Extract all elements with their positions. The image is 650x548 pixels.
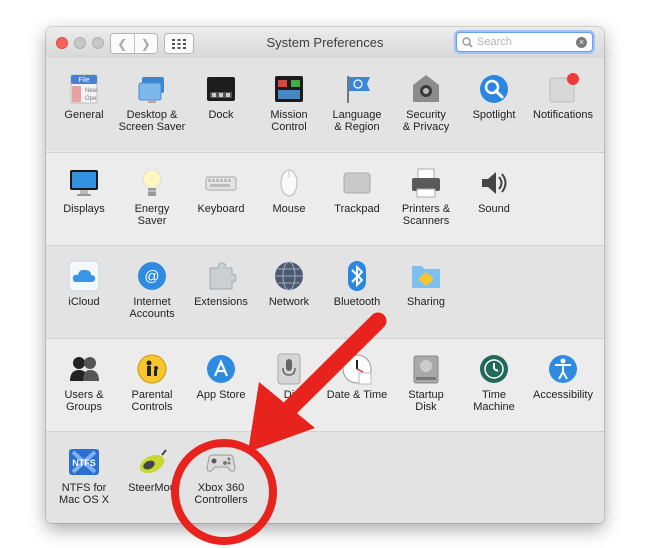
svg-text:NTFS: NTFS — [72, 458, 96, 468]
internet-accounts-icon: @ — [136, 260, 168, 292]
desktop-icon — [136, 73, 168, 105]
title-bar: ❮ ❯ System Preferences Search × — [46, 27, 604, 59]
general-icon: File New Ope — [68, 73, 100, 105]
icloud-icon — [68, 260, 100, 292]
mission-control-icon — [273, 73, 305, 105]
time-machine-icon — [478, 353, 510, 385]
pref-pane-label: Accessibility — [533, 389, 593, 401]
startup-disk-icon — [410, 353, 442, 385]
pref-pane-label: Xbox 360 Controllers — [194, 482, 248, 506]
search-field[interactable]: Search × — [456, 32, 593, 52]
steermouse-icon — [136, 446, 168, 478]
users-icon — [68, 353, 100, 385]
energy-icon — [136, 167, 168, 199]
keyboard-icon — [205, 167, 237, 199]
preference-row: Displays Energy Saver Keyboard Mouse Trackpa… — [46, 152, 604, 245]
network-icon — [273, 260, 305, 292]
pref-pane-label: SteerMou — [128, 482, 176, 494]
displays-icon — [68, 167, 100, 199]
bluetooth-icon — [341, 260, 373, 292]
pref-pane-label: Date & Time — [326, 389, 388, 401]
preference-row: NTFS NTFS for Mac OS X SteerMou Xbox 360 Co… — [46, 431, 604, 523]
dock-icon — [205, 73, 237, 105]
system-preferences-window: ❮ ❯ System Preferences Search × File New O… — [46, 27, 604, 523]
app-store-icon — [205, 353, 237, 385]
svg-text:New: New — [85, 88, 98, 94]
row-divider — [46, 152, 604, 153]
security-icon — [410, 73, 442, 105]
gamepad-icon — [205, 446, 237, 478]
clear-search-icon[interactable]: × — [576, 37, 587, 48]
search-placeholder: Search — [477, 36, 512, 48]
clock-icon — [341, 353, 373, 385]
mouse-icon — [273, 167, 305, 199]
pref-pane-label: Sound — [478, 203, 510, 215]
row-divider — [46, 338, 604, 339]
pref-pane-label: Parental Controls — [131, 389, 173, 413]
pref-pane-label: Trackpad — [334, 203, 380, 215]
svg-text:File: File — [78, 77, 89, 84]
pref-pane-label: Energy Saver — [134, 203, 170, 227]
pref-pane-label: Spotlight — [472, 109, 516, 121]
preference-row: File New Ope General Desktop & Screen Saver D… — [46, 58, 604, 151]
language-icon — [341, 73, 373, 105]
svg-text:Ope: Ope — [85, 96, 97, 102]
microphone-icon — [273, 353, 305, 385]
extensions-icon — [205, 260, 237, 292]
pref-pane-label: Sharing — [407, 296, 445, 308]
search-icon — [462, 37, 473, 48]
pref-pane-label: Notifications — [533, 109, 593, 121]
pref-pane-label: Language & Region — [332, 109, 382, 133]
row-divider — [46, 431, 604, 432]
row-divider — [46, 245, 604, 246]
pref-pane-label: Bluetooth — [333, 296, 381, 308]
spotlight-icon — [478, 73, 510, 105]
pref-pane-label: Desktop & Screen Saver — [118, 109, 186, 133]
sharing-icon — [410, 260, 442, 292]
notifications-icon — [547, 73, 579, 105]
preference-row: Users & Groups Parental Controls App Store… — [46, 338, 604, 431]
pref-pane-label: Time Machine — [473, 389, 515, 413]
preference-row: iCloud @ Internet Accounts Extensions Networ… — [46, 245, 604, 338]
parental-controls-icon — [136, 353, 168, 385]
pref-pane-label: Internet Accounts — [129, 296, 175, 320]
printer-icon — [410, 167, 442, 199]
trackpad-icon — [341, 167, 373, 199]
sound-icon — [478, 167, 510, 199]
ntfs-icon: NTFS — [68, 446, 100, 478]
svg-text:@: @ — [144, 268, 159, 285]
accessibility-icon — [547, 353, 579, 385]
